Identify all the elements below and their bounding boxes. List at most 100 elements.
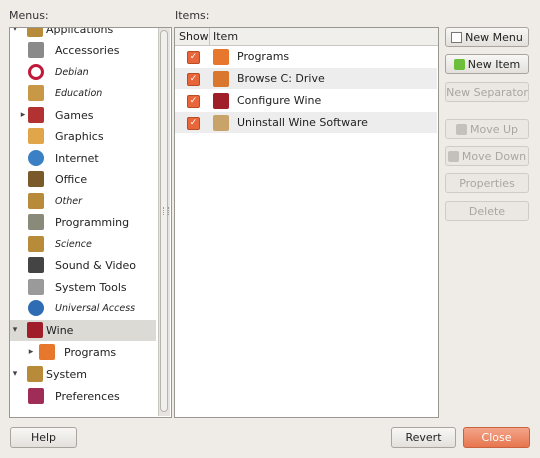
system-tools-icon xyxy=(28,279,44,295)
show-checkbox[interactable]: ✓ xyxy=(187,51,200,64)
menus-label: Menus: xyxy=(9,9,49,22)
internet-icon xyxy=(28,150,44,166)
menu-tree-item-label: Games xyxy=(55,109,94,122)
preferences-icon xyxy=(28,388,44,404)
menu-tree-item-applications[interactable]: ▾ Applications xyxy=(10,27,156,40)
menu-tree-item-label: Office xyxy=(55,173,88,186)
office-icon xyxy=(28,171,44,187)
menu-tree-item-internet[interactable]: Internet xyxy=(10,148,156,169)
programs-folder-icon xyxy=(213,49,229,65)
new-item-button[interactable]: New Item xyxy=(445,54,529,74)
menu-tree-item-label: System Tools xyxy=(55,281,127,294)
new-separator-button[interactable]: New Separator xyxy=(445,82,529,102)
menu-tree-item-office[interactable]: Office xyxy=(10,169,156,190)
show-checkbox[interactable]: ✓ xyxy=(187,95,200,108)
column-header-show-label: Show xyxy=(179,30,209,43)
menu-tree-item-label: Education xyxy=(55,88,103,99)
item-label: Browse C: Drive xyxy=(237,72,325,85)
item-row[interactable]: ✓ Configure Wine xyxy=(175,90,437,111)
properties-button[interactable]: Properties xyxy=(445,173,529,193)
expander-open-icon[interactable]: ▾ xyxy=(10,369,20,379)
item-row[interactable]: ✓ Browse C: Drive xyxy=(175,68,437,89)
items-list[interactable]: Show Item ✓ Programs ✓ Browse C: Drive ✓ Conf… xyxy=(174,27,439,418)
uninstall-icon xyxy=(213,115,229,131)
move-up-icon xyxy=(455,123,467,135)
expander-open-icon[interactable]: ▾ xyxy=(10,325,20,335)
move-down-icon xyxy=(447,150,459,162)
items-label: Items: xyxy=(175,9,210,22)
side-button-label: Properties xyxy=(459,176,515,190)
browse-drive-icon xyxy=(213,71,229,87)
menu-tree-item-system-tools[interactable]: System Tools xyxy=(10,277,156,298)
column-header-item[interactable]: Item xyxy=(210,28,438,46)
sound-video-icon xyxy=(28,257,44,273)
menu-tree-item-label: Graphics xyxy=(55,130,104,143)
programs-folder-icon xyxy=(39,344,55,360)
side-button-label: New Menu xyxy=(465,30,523,44)
wine-icon xyxy=(27,322,43,338)
expander-closed-icon[interactable]: ▸ xyxy=(18,110,28,120)
item-row[interactable]: ✓ Uninstall Wine Software xyxy=(175,112,437,133)
menu-tree-item-programming[interactable]: Programming xyxy=(10,212,156,233)
delete-button[interactable]: Delete xyxy=(445,201,529,221)
menu-tree-item-other[interactable]: Other xyxy=(10,191,156,212)
menu-tree-item-accessories[interactable]: Accessories xyxy=(10,40,156,61)
side-button-label: Delete xyxy=(468,204,506,218)
menu-tree-item-games[interactable]: ▸ Games xyxy=(10,105,156,126)
menu-tree-item-label: Applications xyxy=(46,27,114,36)
move-down-button[interactable]: Move Down xyxy=(445,146,529,166)
side-button-label: Move Up xyxy=(469,122,519,136)
pane-divider-grip[interactable] xyxy=(163,207,169,215)
menus-scroll-thumb[interactable] xyxy=(160,30,168,412)
menu-tree-item-label: Other xyxy=(55,196,82,207)
new-menu-button[interactable]: New Menu xyxy=(445,27,529,47)
accessories-icon xyxy=(28,42,44,58)
menu-tree-item-education[interactable]: Education xyxy=(10,83,156,104)
help-button[interactable]: Help xyxy=(10,427,77,448)
show-checkbox[interactable]: ✓ xyxy=(187,73,200,86)
column-header-item-label: Item xyxy=(213,30,239,43)
menu-tree-item-science[interactable]: Science xyxy=(10,234,156,255)
menu-tree-item-sound-video[interactable]: Sound & Video xyxy=(10,255,156,276)
move-up-button[interactable]: Move Up xyxy=(445,119,529,139)
expander-closed-icon[interactable]: ▸ xyxy=(26,347,36,357)
new-menu-icon xyxy=(451,31,463,43)
menu-tree-item-wine[interactable]: ▾ Wine xyxy=(10,320,156,341)
item-label: Uninstall Wine Software xyxy=(237,116,368,129)
side-button-label: New Separator xyxy=(446,85,528,99)
menus-scrollbar[interactable] xyxy=(158,28,170,416)
close-button[interactable]: Close xyxy=(463,427,530,448)
menu-tree-item-label: Universal Access xyxy=(55,303,136,314)
universal-access-icon xyxy=(28,300,44,316)
games-icon xyxy=(28,107,44,123)
menus-tree[interactable]: ▾ Applications Accessories Debian Education ▸… xyxy=(9,27,172,418)
menu-tree-item-debian[interactable]: Debian xyxy=(10,62,156,83)
graphics-icon xyxy=(28,128,44,144)
configure-wine-icon xyxy=(213,93,229,109)
menu-tree-item-graphics[interactable]: Graphics xyxy=(10,126,156,147)
menu-tree-item-label: Preferences xyxy=(55,390,120,403)
revert-button[interactable]: Revert xyxy=(391,427,456,448)
menu-tree-item-label: Debian xyxy=(55,67,89,78)
menu-tree-item-label: Accessories xyxy=(55,44,120,57)
menu-tree-item-programs[interactable]: ▸ Programs xyxy=(10,342,156,363)
education-icon xyxy=(28,85,44,101)
menu-tree-item-label: Sound & Video xyxy=(55,259,137,272)
expander-open-icon[interactable]: ▾ xyxy=(10,28,20,34)
column-header-show[interactable]: Show xyxy=(175,28,210,46)
menu-tree-item-universal-access[interactable]: Universal Access xyxy=(10,298,156,319)
debian-icon xyxy=(28,64,44,80)
menu-tree-item-label: Programs xyxy=(64,346,117,359)
menu-tree-item-preferences[interactable]: Preferences xyxy=(10,386,156,407)
menu-tree-item-label: System xyxy=(46,368,88,381)
item-row[interactable]: ✓ Programs xyxy=(175,46,437,67)
menu-tree-item-label: Programming xyxy=(55,216,130,229)
show-checkbox[interactable]: ✓ xyxy=(187,117,200,130)
menu-tree-item-label: Internet xyxy=(55,152,99,165)
new-item-icon xyxy=(453,58,465,70)
programming-icon xyxy=(28,214,44,230)
item-label: Programs xyxy=(237,50,290,63)
science-icon xyxy=(28,236,44,252)
menu-tree-item-system[interactable]: ▾ System xyxy=(10,364,156,385)
menu-tree-item-label: Wine xyxy=(46,324,74,337)
